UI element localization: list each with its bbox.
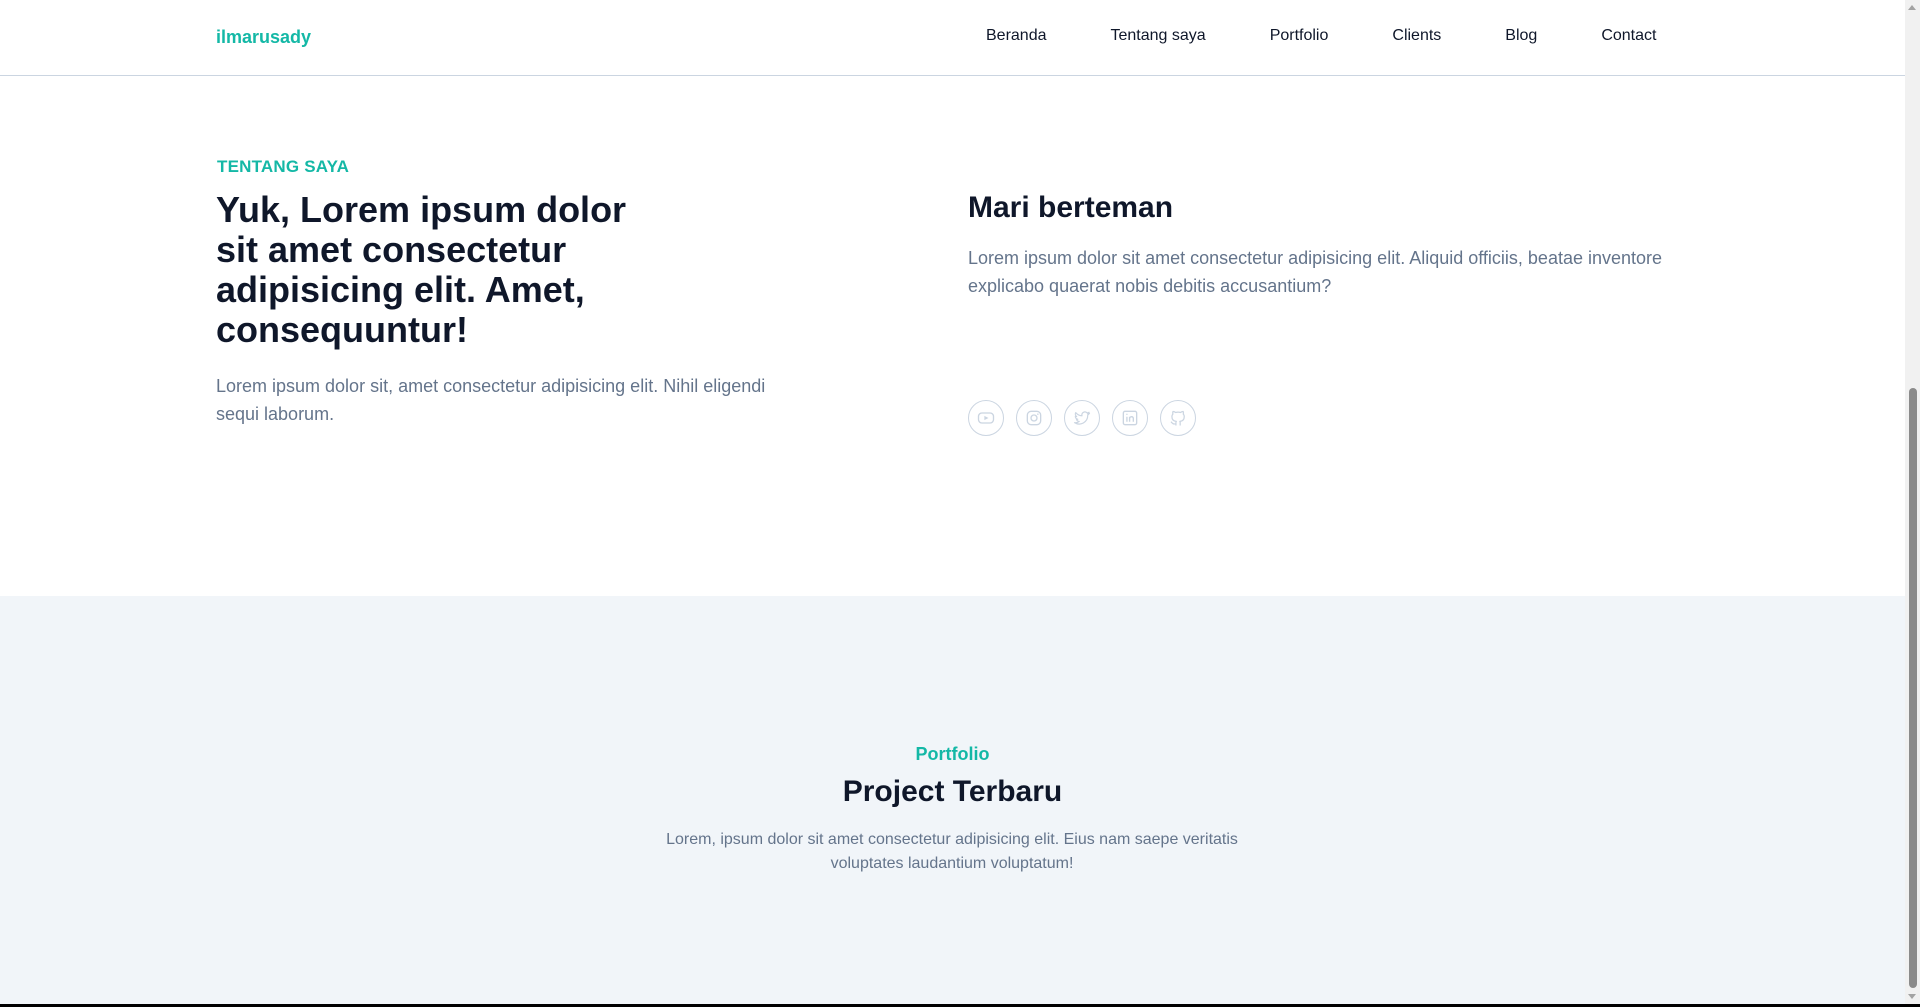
linkedin-link[interactable] xyxy=(1112,400,1148,436)
main-nav: Beranda Tentang saya Portfolio Clients B… xyxy=(986,27,1656,45)
twitter-icon xyxy=(1073,411,1091,425)
github-link[interactable] xyxy=(1160,400,1196,436)
nav-link-clients[interactable]: Clients xyxy=(1392,27,1441,45)
nav-link-tentang-saya[interactable]: Tentang saya xyxy=(1111,27,1206,45)
instagram-link[interactable] xyxy=(1016,400,1052,436)
portfolio-title: Project Terbaru xyxy=(842,775,1063,808)
scroll-down-arrow-icon[interactable] xyxy=(1908,994,1916,999)
social-links xyxy=(968,400,1208,436)
nav-link-blog[interactable]: Blog xyxy=(1505,27,1537,45)
site-header: ilmarusady Beranda Tentang saya Portfoli… xyxy=(0,0,1905,76)
portfolio-description: Lorem, ipsum dolor sit amet consectetur … xyxy=(666,831,1238,872)
nav-link-portfolio[interactable]: Portfolio xyxy=(1270,27,1329,45)
github-icon xyxy=(1170,410,1185,426)
twitter-link[interactable] xyxy=(1064,400,1100,436)
instagram-icon xyxy=(1026,410,1042,426)
portfolio-section: Portfolio Project Terbaru Lorem, ipsum d… xyxy=(0,596,1905,1004)
about-title: Yuk, Lorem ipsum dolor sit amet consecte… xyxy=(216,189,627,350)
scroll-up-arrow-icon[interactable] xyxy=(1908,5,1916,10)
about-eyebrow: TENTANG SAYA xyxy=(217,157,350,176)
friend-title: Mari berteman xyxy=(968,191,1174,224)
friend-description: Lorem ipsum dolor sit amet consectetur a… xyxy=(968,248,1663,296)
youtube-link[interactable] xyxy=(968,400,1004,436)
nav-link-contact[interactable]: Contact xyxy=(1601,27,1656,45)
about-section: TENTANG SAYA Yuk, Lorem ipsum dolor sit … xyxy=(0,76,1905,596)
about-description: Lorem ipsum dolor sit, amet consectetur … xyxy=(216,376,766,424)
nav-link-beranda[interactable]: Beranda xyxy=(986,27,1047,45)
scrollbar-thumb[interactable] xyxy=(1909,388,1917,988)
linkedin-icon xyxy=(1122,410,1138,426)
page: ilmarusady Beranda Tentang saya Portfoli… xyxy=(0,0,1905,1004)
logo-link[interactable]: ilmarusady xyxy=(216,27,311,48)
youtube-icon xyxy=(977,412,995,424)
portfolio-eyebrow: Portfolio xyxy=(915,744,990,764)
vertical-scrollbar[interactable] xyxy=(1905,0,1920,1004)
